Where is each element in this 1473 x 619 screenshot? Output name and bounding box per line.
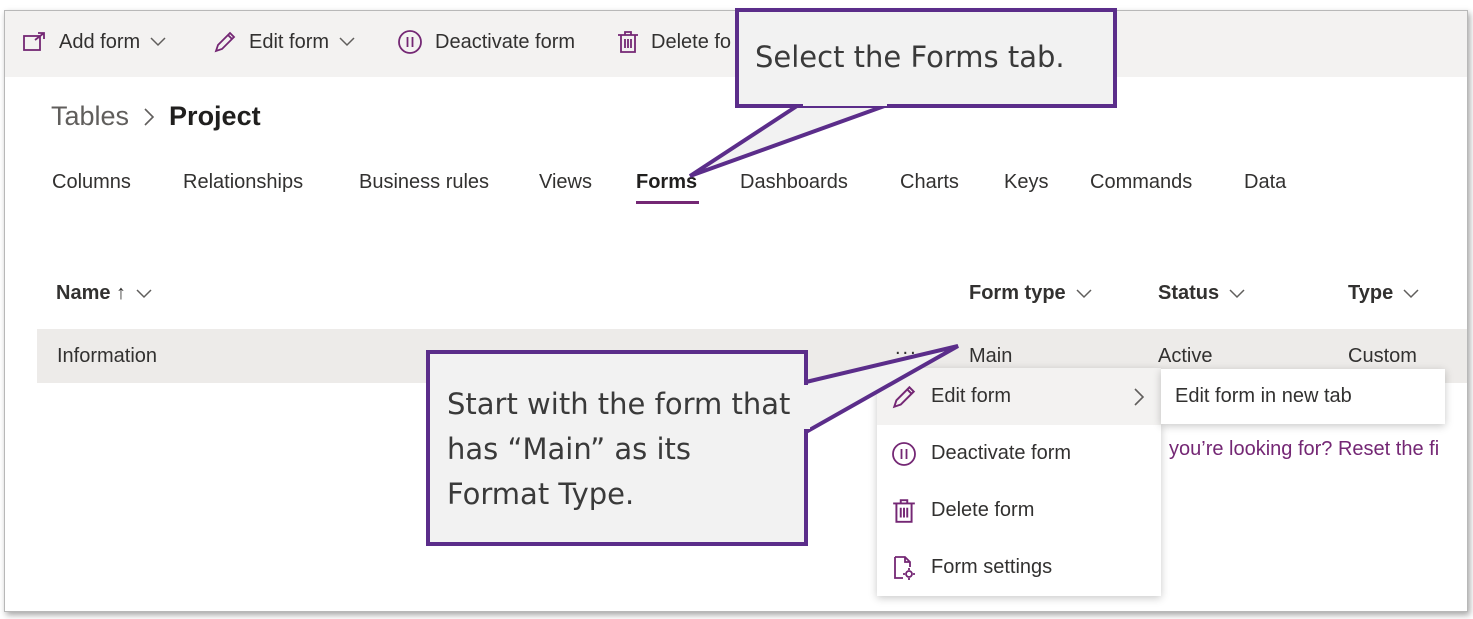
callout-tail-seams (802, 100, 887, 429)
